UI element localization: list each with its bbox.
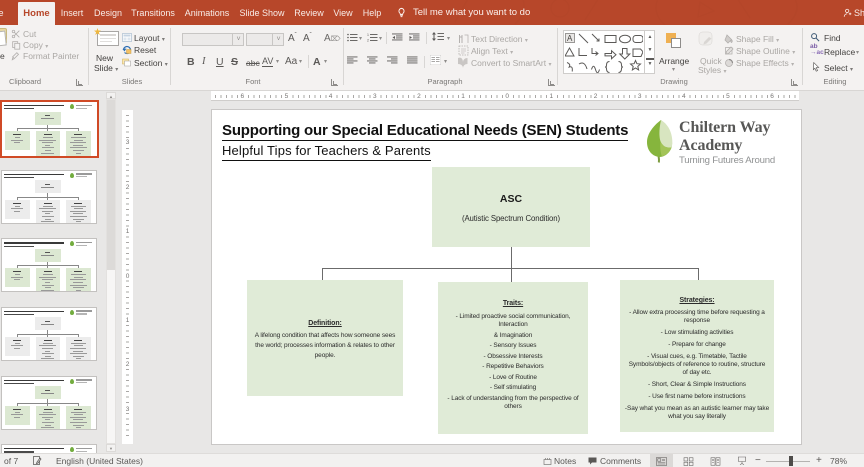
svg-text:2: 2: [367, 39, 369, 43]
svg-text:A: A: [567, 34, 573, 43]
svg-text:1: 1: [367, 33, 369, 37]
